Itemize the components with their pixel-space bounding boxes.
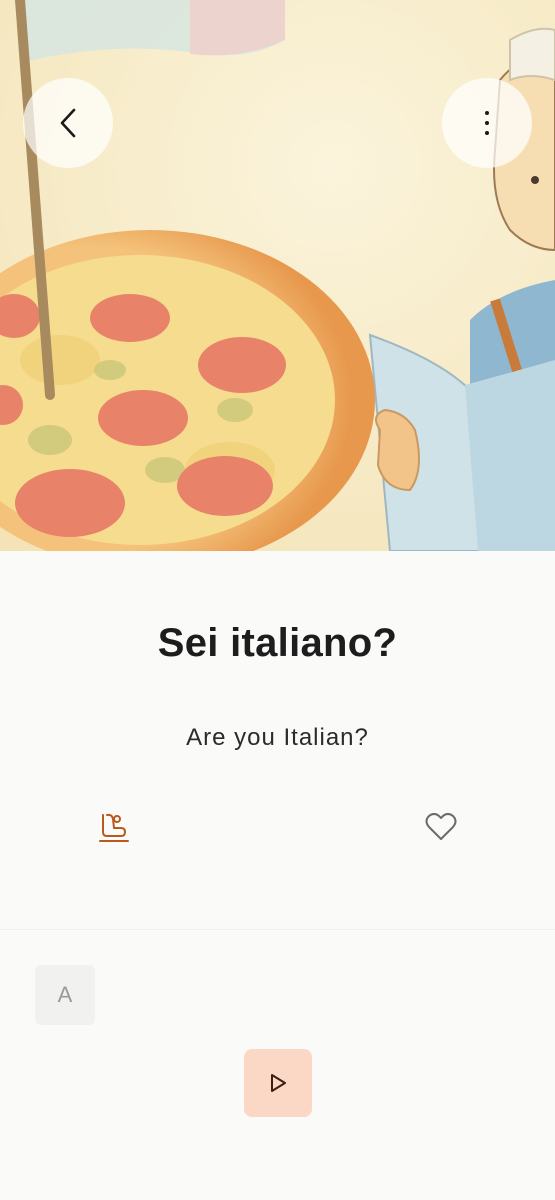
- back-button[interactable]: [23, 78, 113, 168]
- more-vertical-icon: [485, 111, 489, 135]
- play-icon: [271, 1074, 286, 1092]
- heart-outline-icon: [425, 813, 457, 840]
- phrase-title: Sei italiano?: [157, 621, 398, 665]
- favorite-button[interactable]: [420, 806, 462, 848]
- practice-button[interactable]: [93, 806, 135, 848]
- phrase-translation: Are you Italian?: [186, 724, 369, 751]
- phrase-card: Sei italiano? Are you Italian? A: [0, 551, 555, 1200]
- letter-button[interactable]: A: [35, 965, 95, 1025]
- section-divider: [0, 929, 555, 930]
- more-options-button[interactable]: [442, 78, 532, 168]
- chevron-left-icon: [60, 108, 76, 138]
- play-button[interactable]: [244, 1049, 312, 1117]
- hero-illustration: [0, 0, 555, 551]
- practice-icon: [99, 813, 129, 842]
